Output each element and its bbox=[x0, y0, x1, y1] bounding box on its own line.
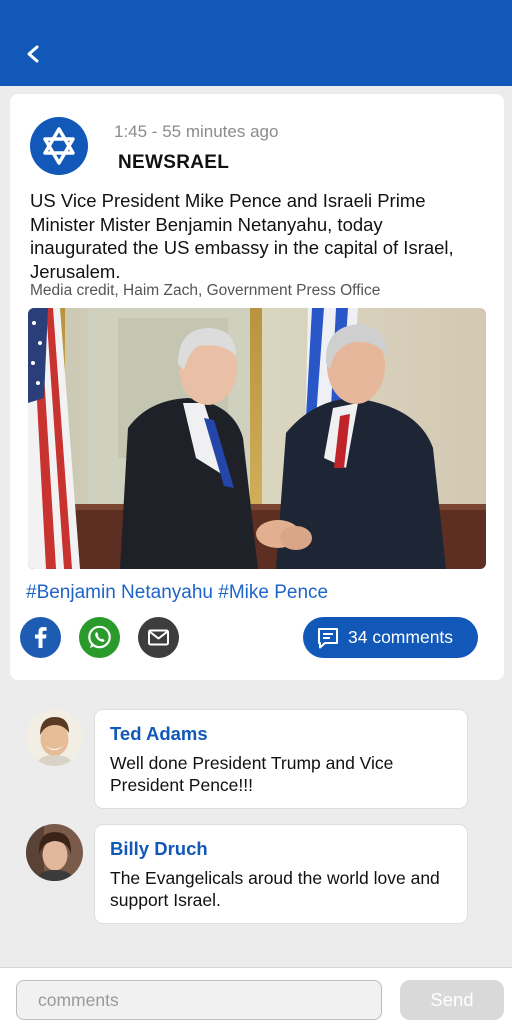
share-whatsapp-button[interactable] bbox=[79, 617, 120, 658]
comment-bubble: Ted Adams Well done President Trump and … bbox=[94, 709, 468, 809]
chevron-left-icon bbox=[27, 45, 39, 63]
share-mail-button[interactable] bbox=[138, 617, 179, 658]
whatsapp-icon bbox=[88, 625, 111, 649]
media-credit: Media credit, Haim Zach, Government Pres… bbox=[30, 282, 381, 299]
post-timestamp: 1:45 - 55 minutes ago bbox=[114, 122, 279, 141]
star-of-david-icon bbox=[43, 127, 75, 165]
comment-text: Well done President Trump and Vice Presi… bbox=[110, 753, 394, 795]
comment-text: The Evangelicals aroud the world love an… bbox=[110, 868, 440, 910]
avatar-billy-druch[interactable] bbox=[26, 824, 83, 881]
app-header bbox=[0, 0, 512, 86]
hashtag-mike-pence[interactable]: #Mike Pence bbox=[218, 582, 328, 603]
send-button[interactable]: Send bbox=[400, 980, 504, 1020]
news-post-card: 1:45 - 55 minutes ago NEWSRAEL US Vice P… bbox=[10, 94, 504, 680]
avatar-photo bbox=[26, 824, 83, 881]
source-logo bbox=[30, 117, 88, 175]
post-headline: US Vice President Mike Pence and Israeli… bbox=[30, 190, 454, 282]
back-button[interactable] bbox=[18, 38, 50, 70]
comments-button[interactable]: 34 comments bbox=[303, 617, 478, 658]
hashtag-list: #Benjamin Netanyahu #Mike Pence bbox=[26, 582, 328, 604]
comment-input[interactable] bbox=[16, 980, 382, 1020]
avatar-photo bbox=[26, 709, 83, 766]
source-name: NEWSRAEL bbox=[118, 152, 230, 173]
comment-author[interactable]: Ted Adams bbox=[110, 723, 208, 745]
share-facebook-button[interactable] bbox=[20, 617, 61, 658]
comment-author[interactable]: Billy Druch bbox=[110, 838, 208, 860]
post-photo[interactable] bbox=[28, 308, 486, 569]
comment-bubble: Billy Druch The Evangelicals aroud the w… bbox=[94, 824, 468, 924]
two-men-handshake-photo bbox=[28, 308, 486, 569]
hashtag-benjamin-netanyahu[interactable]: #Benjamin Netanyahu bbox=[26, 582, 213, 603]
comment-composer: Send bbox=[0, 967, 512, 1024]
avatar-ted-adams[interactable] bbox=[26, 709, 83, 766]
facebook-icon bbox=[35, 627, 47, 648]
comments-count-label: 34 comments bbox=[348, 627, 454, 647]
comment-icon bbox=[318, 628, 338, 649]
mail-icon bbox=[148, 629, 169, 646]
